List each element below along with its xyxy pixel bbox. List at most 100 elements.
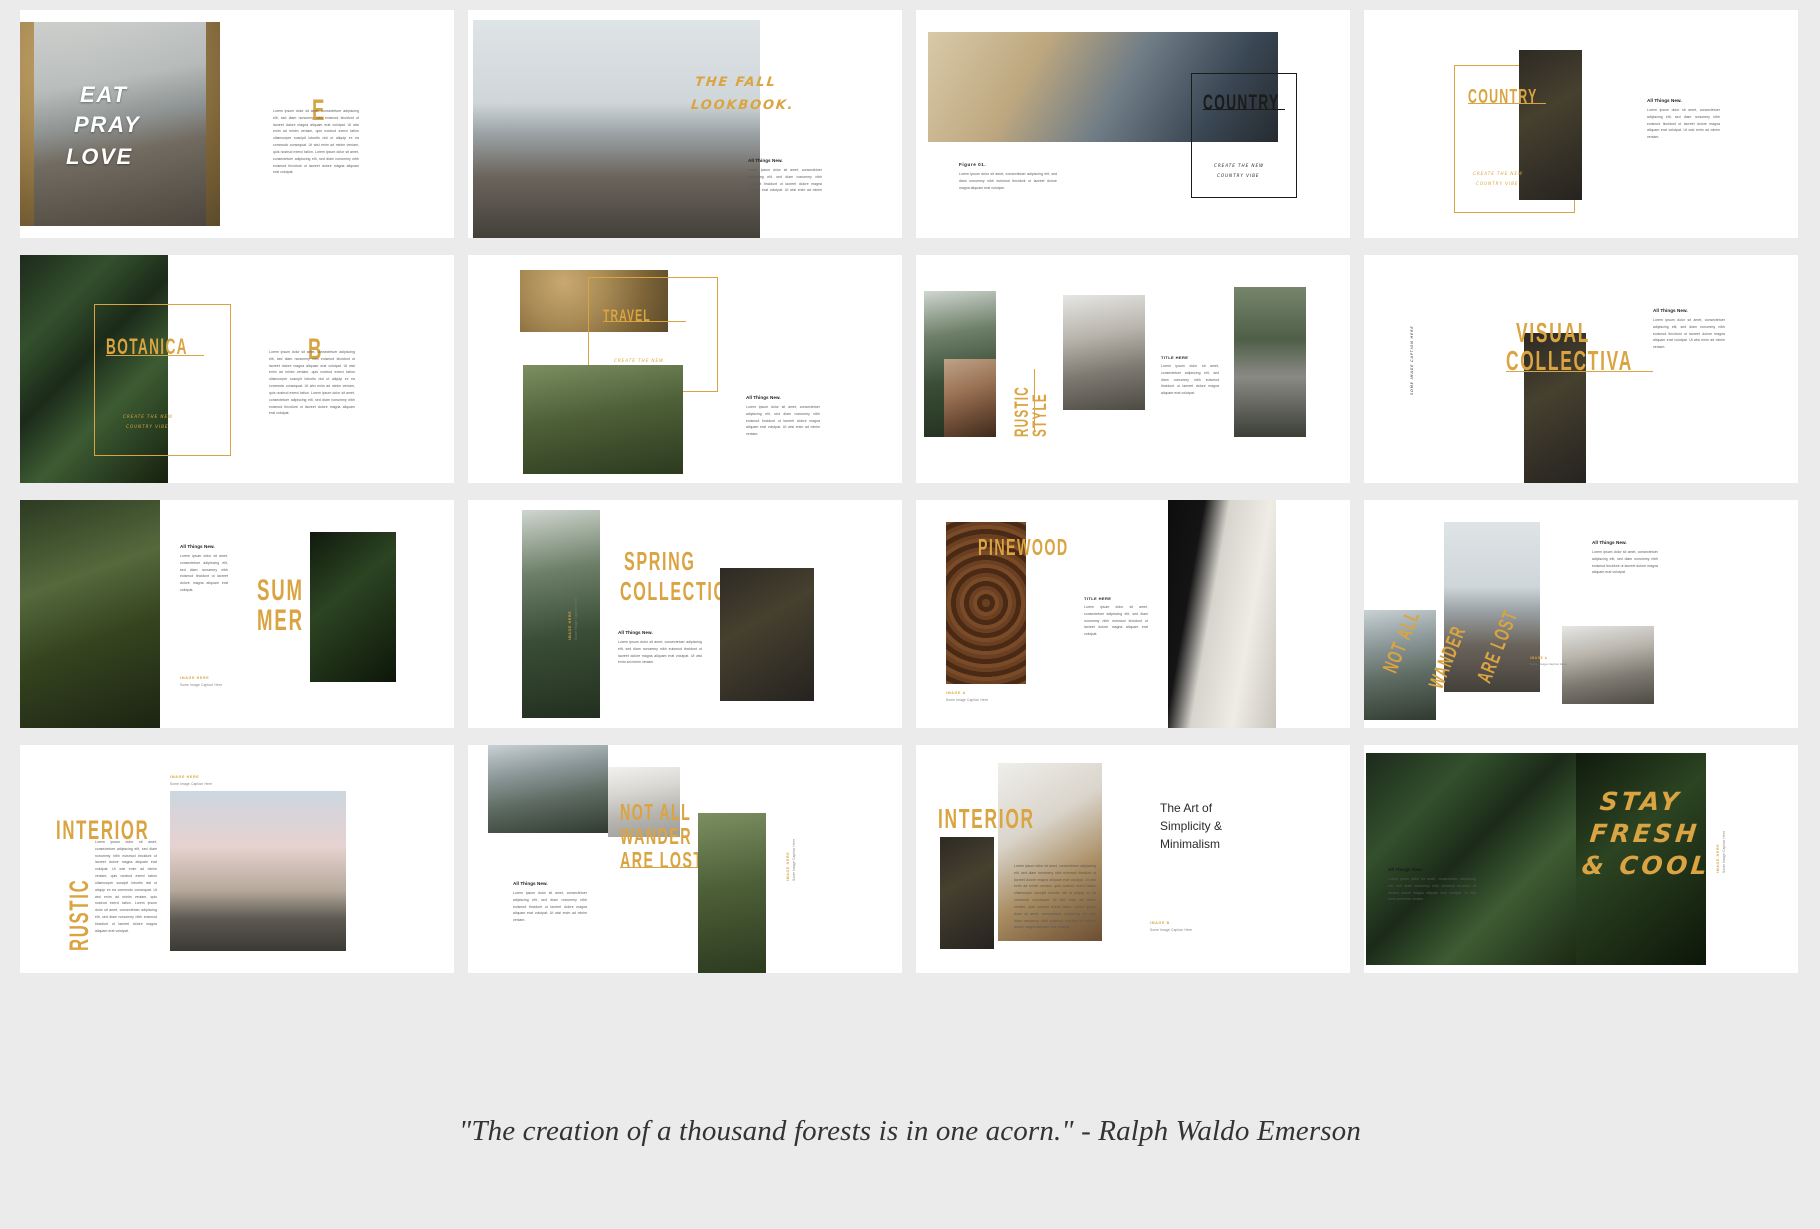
slide-stay-fresh-cool[interactable]: STAY FRESH & COOL All Things New. Lorem … — [1364, 745, 1798, 973]
image-caption: Some Image Caption Here — [1530, 662, 1567, 666]
slide-title-line-1: SUM — [257, 574, 304, 607]
body-heading: All Things New. — [1388, 867, 1423, 872]
shirt-word-2: PRAY — [74, 112, 141, 137]
slide-title: TRAVEL — [603, 306, 651, 325]
tagline-line-2: COUNTRY VIBE — [126, 424, 169, 429]
body-heading: All Things New. — [746, 395, 781, 400]
slide-pinewood[interactable]: PINEWOOD TITLE HERE Lorem ipsum dolor si… — [916, 500, 1350, 728]
slides-grid: EAT PRAY LOVE E Lorem ipsum dolor sit am… — [20, 10, 1800, 973]
slide-title-line-2: MER — [257, 604, 304, 637]
slide-country-gold[interactable]: COUNTRY CREATE THE NEW COUNTRY VIBE All … — [1364, 10, 1798, 238]
slide-title: PINEWOOD — [978, 534, 1069, 560]
slide-spring-collection[interactable]: IMAGE HERE Some Image Caption Here SPRIN… — [468, 500, 902, 728]
image-caption: Some Image Caption Here — [170, 782, 213, 786]
subtitle-line-1: The Art of — [1160, 801, 1213, 815]
image-caption: Some Image Caption Here — [180, 683, 223, 687]
photo-canyon — [944, 359, 996, 437]
slide-title-line-1: THE FALL — [694, 75, 778, 90]
image-here-label: IMAGE HERE — [786, 851, 790, 881]
body-copy: Lorem ipsum dolor sit amet, consectetuer… — [95, 840, 157, 933]
slide-title-line-2: WANDER — [620, 823, 692, 849]
body-heading: All Things New. — [1592, 540, 1627, 545]
figure-copy: Lorem ipsum dolor sit amet, consectetuer… — [959, 172, 1057, 190]
body-heading: All Things New. — [1653, 308, 1688, 313]
body-copy: Lorem ipsum dolor sit amet, consectetuer… — [746, 405, 820, 437]
slide-title-line-2: LOOKBOOK. — [690, 98, 796, 113]
slide-eat-pray-love[interactable]: EAT PRAY LOVE E Lorem ipsum dolor sit am… — [20, 10, 454, 238]
photo-mountain — [1063, 295, 1145, 410]
title-underline — [106, 355, 204, 356]
image-caption: Some Image Caption Here — [1722, 830, 1726, 873]
slide-title-line-1: SPRING — [624, 546, 696, 576]
photo-couple-deck — [1562, 626, 1654, 704]
presentation-thumbnail-board: EAT PRAY LOVE E Lorem ipsum dolor sit am… — [0, 0, 1820, 1229]
slide-title-line-2: COLLECTIVA — [1506, 345, 1633, 376]
slide-title: BOTANICA — [106, 334, 188, 359]
body-heading: All Things New. — [618, 630, 653, 635]
body-copy: Lorem ipsum dolor sit amet, consectetuer… — [180, 554, 228, 593]
image-caption: Some Image Caption Here — [574, 597, 578, 640]
tagline-line-1: CREATE THE NEW — [1214, 163, 1265, 168]
body-heading: All Things New. — [180, 544, 215, 549]
slide-rustic-interior[interactable]: IMAGE HERE Some Image Caption Here INTER… — [20, 745, 454, 973]
tagline-line-2: COUNTRY VIBE — [1476, 181, 1519, 186]
photo-road — [1234, 287, 1306, 437]
slide-not-all-wander-are-lost[interactable]: NOT ALL WANDER ARE LOST All Things New. … — [468, 745, 902, 973]
subtitle-line-3: Minimalism — [1160, 837, 1220, 851]
body-heading: TITLE HERE — [1161, 355, 1189, 360]
body-heading: All Things New. — [1647, 98, 1682, 103]
slide-title-line-2: RUSTIC — [64, 878, 94, 951]
subtitle-line-2: Simplicity & — [1160, 819, 1223, 833]
photo-woman-hat-corn — [20, 500, 160, 728]
title-underline — [1034, 369, 1035, 431]
body-heading: All Things New. — [513, 881, 548, 886]
photo-woman-hat — [720, 568, 814, 701]
photo-woman-beach — [473, 20, 760, 238]
slide-title-line-2: FRESH — [1588, 819, 1702, 848]
title-underline — [1468, 103, 1546, 104]
image-b-label: IMAGE B — [1150, 921, 1170, 925]
shirt-word-3: LOVE — [66, 144, 133, 169]
image-here-label: IMAGE HERE — [180, 676, 210, 680]
photo-grass-tall — [698, 813, 766, 973]
photo-hands-leaves — [1366, 753, 1598, 965]
slide-title: INTERIOR — [938, 803, 1035, 834]
slide-summer[interactable]: All Things New. Lorem ipsum dolor sit am… — [20, 500, 454, 728]
slide-title-line-1: NOT ALL — [620, 799, 692, 825]
slide-botanica[interactable]: BOTANICA CREATE THE NEW COUNTRY VIBE B L… — [20, 255, 454, 483]
title-underline — [1506, 371, 1653, 372]
slide-title-line-1: STAY — [1598, 787, 1684, 816]
body-copy: Lorem ipsum dolor sit amet, consectetuer… — [748, 168, 822, 200]
slide-visual-collectiva[interactable]: Some Image Caption Here VISUAL COLLECTIV… — [1364, 255, 1798, 483]
body-copy: Lorem ipsum dolor sit amet, consectetuer… — [1653, 318, 1725, 350]
title-frame — [94, 304, 231, 456]
body-copy: Lorem ipsum dolor sit amet, consectetuer… — [513, 891, 587, 923]
body-copy: Lorem ipsum dolor sit amet, consectetuer… — [1161, 364, 1219, 396]
tagline-line-1: CREATE THE NEW — [123, 414, 174, 419]
figure-label: Figure 01. — [959, 162, 987, 167]
image-here-label: IMAGE HERE — [170, 775, 200, 779]
photo-chair — [940, 837, 994, 949]
tagline-line-1: CREATE THE NEW — [614, 358, 665, 363]
tagline-line-2: COUNTRY VIBE — [1217, 173, 1260, 178]
slide-rustic-style[interactable]: RUSTIC STYLE TITLE HERE Lorem ipsum dolo… — [916, 255, 1350, 483]
body-copy: Lorem ipsum dolor sit amet, consectetuer… — [1388, 877, 1476, 902]
slide-the-fall-lookbook[interactable]: THE FALL LOOKBOOK. All Things New. Lorem… — [468, 10, 902, 238]
body-heading: All Things New. — [748, 158, 783, 163]
slide-title-line-3: ARE LOST — [620, 847, 704, 873]
slide-interior-art[interactable]: INTERIOR The Art of Simplicity & Minimal… — [916, 745, 1350, 973]
image-a-label: IMAGE A — [1530, 656, 1548, 660]
slide-travel[interactable]: TRAVEL CREATE THE NEW COUNTRY VIBE All T… — [468, 255, 902, 483]
image-here-label: IMAGE HERE — [1716, 843, 1720, 873]
photo-black-church — [170, 791, 346, 951]
footer-quote: "The creation of a thousand forests is i… — [459, 1115, 1361, 1147]
body-copy: Lorem ipsum dolor sit amet, consectetuer… — [1084, 605, 1148, 637]
image-caption: Some Image Caption Here — [946, 698, 989, 702]
photo-dark-portrait — [1519, 50, 1582, 200]
title-underline — [1203, 109, 1285, 110]
photo-woman-sunglasses — [310, 532, 396, 682]
body-copy: Lorem ipsum dolor sit amet, consectetuer… — [1592, 550, 1658, 575]
slide-country-figure[interactable]: COUNTRY CREATE THE NEW COUNTRY VIBE Figu… — [916, 10, 1350, 238]
slide-title-line-3: & COOL — [1580, 851, 1712, 880]
slide-not-all-wander[interactable]: NOT ALL WANDER ARE LOST All Things New. … — [1364, 500, 1798, 728]
